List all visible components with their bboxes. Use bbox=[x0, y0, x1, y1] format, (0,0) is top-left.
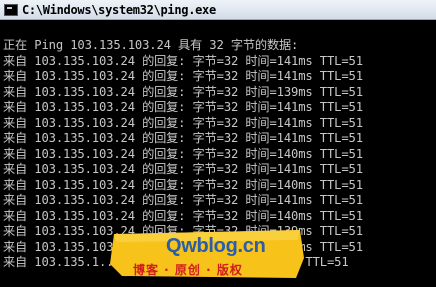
console-app-icon[interactable] bbox=[4, 3, 18, 16]
console-line: 来自 103.135.103.24 的回复: 字节=32 时间=140ms TT… bbox=[3, 208, 363, 223]
console-line: 来自 103.135.103.24 的回复: 字节=32 时间=141ms TT… bbox=[3, 100, 363, 114]
console-line: 来自 103.135.103.24 的回复: 字节=32 时间=141ms TT… bbox=[3, 193, 363, 207]
blog-watermark: Qwblog.cn 博客 · 原创 · 版权 bbox=[108, 228, 306, 280]
console-line: 来自 103.135.103.24 的回复: 字节=32 时间=141ms TT… bbox=[3, 69, 363, 83]
console-line: 来自 103.135.103.24 的回复: 字节=32 时间=139ms TT… bbox=[3, 84, 363, 99]
watermark-slogan: 博客 · 原创 · 版权 bbox=[133, 263, 243, 277]
console-line: 来自 103.135.103.24 的回复: 字节=32 时间=141ms TT… bbox=[3, 53, 363, 68]
ping-console-window: C:\Windows\system32\ping.exe 正在 Ping 103… bbox=[0, 0, 436, 287]
console-line: 来自 103.135.103.24 的回复: 字节=32 时间=141ms TT… bbox=[3, 162, 363, 176]
console-line: 来自 103.135.103.24 的回复: 字节=32 时间=140ms TT… bbox=[3, 146, 363, 161]
console-line: 来自 103.135.103.24 的回复: 字节=32 时间=141ms TT… bbox=[3, 115, 363, 130]
title-bar[interactable]: C:\Windows\system32\ping.exe bbox=[0, 0, 436, 20]
window-title: C:\Windows\system32\ping.exe bbox=[22, 2, 216, 17]
console-line: 正在 Ping 103.135.103.24 具有 32 字节的数据: bbox=[3, 38, 299, 52]
console-line: 来自 103.135.103.24 的回复: 字节=32 时间=141ms TT… bbox=[3, 131, 363, 145]
watermark-domain: Qwblog.cn bbox=[166, 235, 266, 257]
console-line: 来自 103.135.103.24 的回复: 字节=32 时间=140ms TT… bbox=[3, 177, 363, 192]
